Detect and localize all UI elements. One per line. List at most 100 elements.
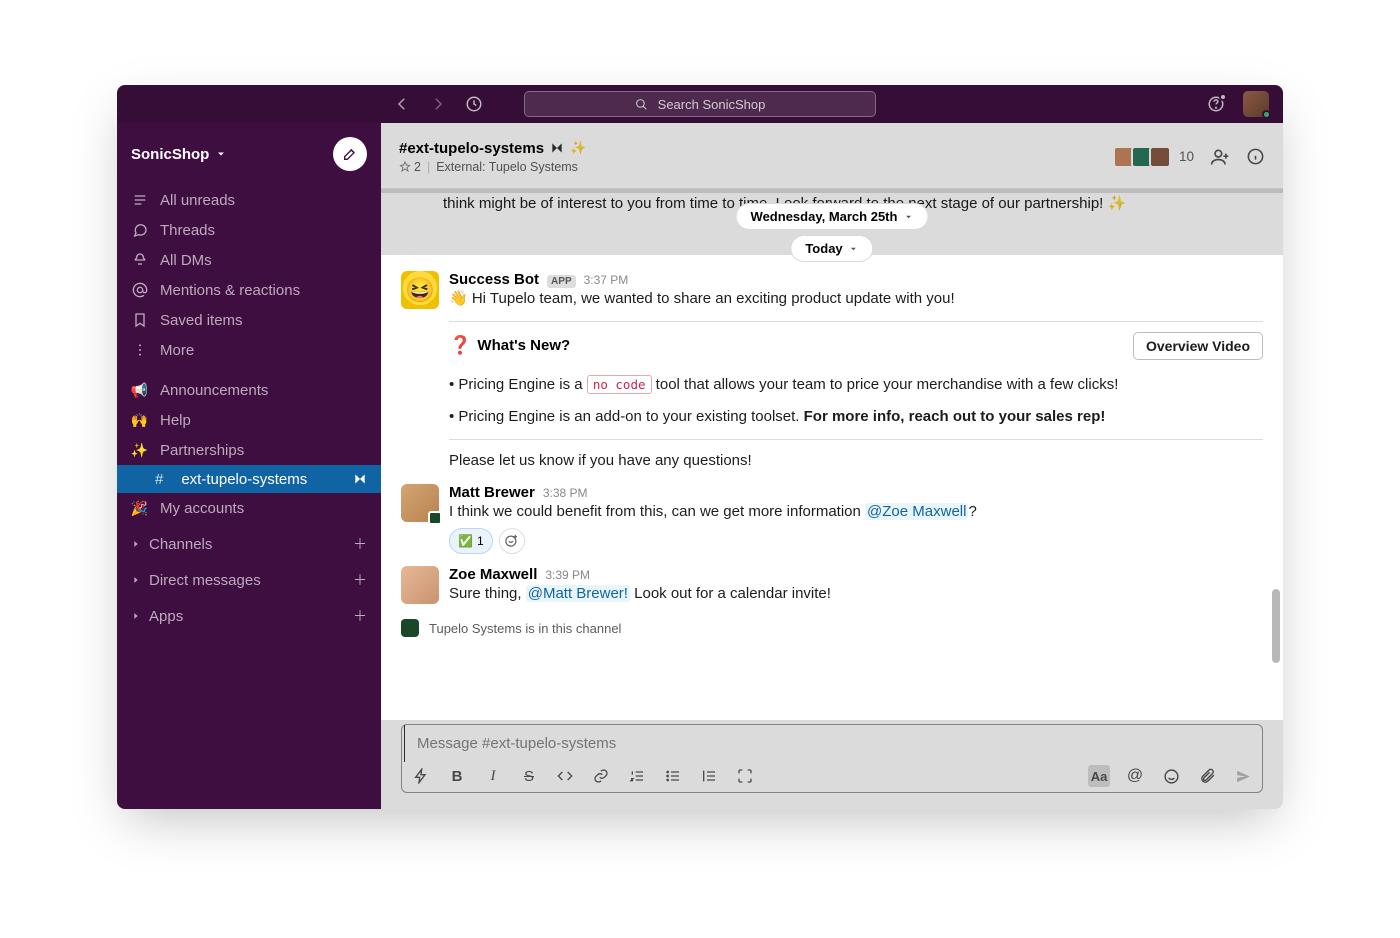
strike-icon[interactable]: S: [518, 765, 540, 787]
message-time: 3:39 PM: [545, 568, 590, 582]
add-reaction-button[interactable]: [499, 528, 525, 554]
bot-avatar: 😆: [401, 271, 439, 309]
sender-name[interactable]: Success Bot: [449, 271, 539, 288]
bold-icon[interactable]: B: [446, 765, 468, 787]
bullet-list-icon[interactable]: [662, 765, 684, 787]
add-channel-icon[interactable]: ＋: [353, 534, 367, 554]
member-count: 10: [1179, 149, 1194, 164]
help-icon[interactable]: [1207, 95, 1225, 113]
channel-ext-tupelo-systems[interactable]: # ext-tupelo-systems: [117, 465, 381, 493]
composer-area: Message #ext-tupelo-systems B I S: [381, 720, 1283, 809]
nav-all-unreads[interactable]: All unreads: [117, 185, 381, 215]
mention[interactable]: @Zoe Maxwell: [865, 503, 968, 520]
org-logo-icon: [401, 619, 419, 637]
announcements-emoji: 📢: [131, 382, 148, 399]
message-composer[interactable]: Message #ext-tupelo-systems B I S: [401, 724, 1263, 793]
shortcuts-icon[interactable]: [410, 765, 432, 787]
channel-title[interactable]: #ext-tupelo-systems ✨: [399, 140, 586, 157]
shared-channel-icon: [550, 141, 564, 155]
emoji-icon[interactable]: [1160, 765, 1182, 787]
composer-input[interactable]: Message #ext-tupelo-systems: [404, 725, 1262, 762]
message-time: 3:38 PM: [543, 486, 588, 500]
user-avatar-zoe: [401, 566, 439, 604]
caret-icon: [131, 611, 141, 621]
message-matt: Matt Brewer 3:38 PM I think we could ben…: [381, 478, 1283, 560]
dms-icon: [131, 252, 148, 268]
overview-video-button[interactable]: Overview Video: [1133, 332, 1263, 360]
mention-icon[interactable]: @: [1124, 765, 1146, 787]
section-channels[interactable]: Channels ＋: [117, 529, 381, 559]
add-app-icon[interactable]: ＋: [353, 606, 367, 626]
message-list[interactable]: think might be of interest to you from t…: [381, 189, 1283, 720]
date-divider-prev[interactable]: Wednesday, March 25th: [736, 203, 929, 230]
message-zoe: Zoe Maxwell 3:39 PM Sure thing, @Matt Br…: [381, 560, 1283, 612]
text-format-icon[interactable]: Aa: [1088, 765, 1110, 787]
sender-name[interactable]: Zoe Maxwell: [449, 566, 537, 583]
member-avatar: [1149, 146, 1171, 168]
presence-indicator: [1262, 110, 1271, 119]
attach-icon[interactable]: [1196, 765, 1218, 787]
org-badge-icon: [428, 511, 442, 525]
scrollbar-thumb[interactable]: [1272, 589, 1280, 663]
nav-all-dms[interactable]: All DMs: [117, 245, 381, 275]
accounts-emoji: 🎉: [131, 500, 148, 517]
threads-icon: [131, 222, 148, 238]
card-title: ❓ What's New?: [449, 335, 570, 356]
add-dm-icon[interactable]: ＋: [353, 570, 367, 590]
nav-saved[interactable]: Saved items: [117, 305, 381, 335]
caret-icon: [131, 539, 141, 549]
sender-name[interactable]: Matt Brewer: [449, 484, 535, 501]
channel-content: #ext-tupelo-systems ✨ 2 | External: Tupe…: [381, 123, 1283, 809]
message-text: 👋 Hi Tupelo team, we wanted to share an …: [449, 288, 1263, 311]
partnerships-emoji: ✨: [131, 442, 148, 459]
channel-help[interactable]: 🙌 Help: [117, 405, 381, 435]
channel-partnerships[interactable]: ✨ Partnerships: [117, 435, 381, 465]
nav-mentions[interactable]: Mentions & reactions: [117, 275, 381, 305]
reaction-check[interactable]: ✅ 1: [449, 528, 493, 554]
mention[interactable]: @Matt Brewer!: [526, 585, 630, 602]
blockquote-icon[interactable]: [698, 765, 720, 787]
question-icon: ❓: [449, 335, 471, 356]
closing-line: Please let us know if you have any quest…: [449, 450, 1263, 473]
message-text: Sure thing, @Matt Brewer! Look out for a…: [449, 583, 1263, 606]
external-org-banner: Tupelo Systems is in this channel: [401, 619, 1263, 637]
send-icon[interactable]: [1232, 765, 1254, 787]
back-icon[interactable]: [393, 95, 411, 113]
section-dms[interactable]: Direct messages ＋: [117, 565, 381, 595]
top-header: Search SonicShop: [117, 85, 1283, 123]
member-list[interactable]: 10: [1117, 146, 1194, 168]
message-time: 3:37 PM: [584, 273, 629, 287]
code-chip: no code: [587, 375, 652, 394]
nav-threads[interactable]: Threads: [117, 215, 381, 245]
search-input[interactable]: Search SonicShop: [524, 91, 876, 117]
app-window: Search SonicShop SonicShop All unrea: [117, 85, 1283, 809]
sidebar: SonicShop All unreads Threads All DMs: [117, 123, 381, 809]
bookmark-icon: [131, 312, 148, 328]
unreads-icon: [131, 192, 148, 208]
caret-icon: [131, 575, 141, 585]
compose-button[interactable]: [333, 137, 367, 171]
mentions-icon: [131, 282, 148, 298]
forward-icon[interactable]: [429, 95, 447, 113]
codeblock-icon[interactable]: [734, 765, 756, 787]
channel-announcements[interactable]: 📢 Announcements: [117, 375, 381, 405]
nav-more[interactable]: More: [117, 335, 381, 365]
workspace-name: SonicShop: [131, 146, 209, 163]
date-divider-today[interactable]: Today: [790, 235, 873, 262]
pin-icon[interactable]: 2: [399, 160, 421, 174]
bullet-2: • Pricing Engine is an add-on to your ex…: [449, 406, 1263, 429]
channel-header: #ext-tupelo-systems ✨ 2 | External: Tupe…: [381, 123, 1283, 189]
channel-details-icon[interactable]: [1246, 147, 1265, 166]
app-badge: APP: [547, 275, 576, 288]
workspace-switcher[interactable]: SonicShop: [131, 146, 227, 163]
code-icon[interactable]: [554, 765, 576, 787]
section-apps[interactable]: Apps ＋: [117, 601, 381, 631]
add-people-icon[interactable]: [1210, 147, 1230, 167]
ordered-list-icon[interactable]: [626, 765, 648, 787]
shared-channel-icon: [353, 472, 367, 486]
channel-my-accounts[interactable]: 🎉 My accounts: [117, 493, 381, 523]
italic-icon[interactable]: I: [482, 765, 504, 787]
help-emoji: 🙌: [131, 412, 148, 429]
link-icon[interactable]: [590, 765, 612, 787]
history-icon[interactable]: [465, 95, 483, 113]
